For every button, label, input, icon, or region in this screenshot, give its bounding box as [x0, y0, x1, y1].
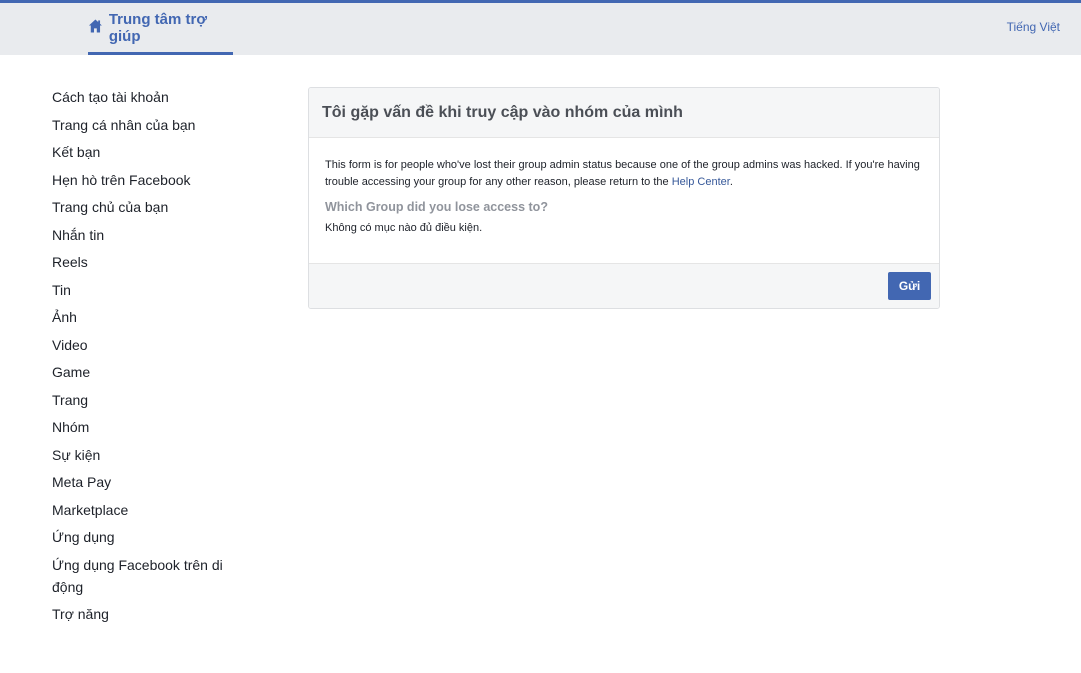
sidebar-nav: Cách tạo tài khoản Trang cá nhân của bạn…: [52, 86, 237, 631]
help-center-home-link[interactable]: Trung tâm trợ giúp: [88, 3, 233, 55]
sidebar-item[interactable]: Ứng dụng Facebook trên di động: [52, 554, 237, 598]
sidebar-item[interactable]: Tin: [52, 279, 237, 301]
description-text: This form is for people who've lost thei…: [325, 159, 920, 188]
form-title: Tôi gặp vấn đề khi truy cập vào nhóm của…: [322, 103, 683, 121]
sidebar-item[interactable]: Trang cá nhân của bạn: [52, 114, 237, 136]
sidebar-item[interactable]: Video: [52, 334, 237, 356]
sidebar-item[interactable]: Trang chủ của bạn: [52, 196, 237, 218]
form-header: Tôi gặp vấn đề khi truy cập vào nhóm của…: [309, 88, 939, 138]
sidebar-item[interactable]: Meta Pay: [52, 471, 237, 493]
sidebar-item[interactable]: Ứng dụng: [52, 526, 237, 548]
description-end: .: [729, 176, 733, 188]
sidebar-item[interactable]: Hẹn hò trên Facebook: [52, 169, 237, 191]
brand-label: Trung tâm trợ giúp: [108, 10, 207, 45]
top-bar: Trung tâm trợ giúp Tiếng Việt: [0, 0, 1081, 55]
sidebar-item[interactable]: Nhắn tin: [52, 224, 237, 246]
sidebar-item[interactable]: Trợ năng: [52, 603, 237, 625]
sidebar-item[interactable]: Sự kiện: [52, 444, 237, 466]
form-body: This form is for people who've lost thei…: [309, 138, 939, 264]
sidebar-item[interactable]: Ảnh: [52, 306, 237, 328]
sidebar-item[interactable]: Reels: [52, 251, 237, 273]
sidebar-item[interactable]: Game: [52, 361, 237, 383]
help-center-link[interactable]: Help Center: [672, 176, 730, 188]
house-icon: [88, 19, 102, 32]
sidebar-item[interactable]: Kết bạn: [52, 141, 237, 163]
submit-button[interactable]: Gửi: [888, 272, 931, 300]
no-eligible-items-text: Không có mục nào đủ điều kiện.: [325, 222, 483, 234]
language-selector[interactable]: Tiếng Việt: [1007, 20, 1060, 34]
sidebar-item[interactable]: Trang: [52, 389, 237, 411]
form-description: This form is for people who've lost thei…: [325, 157, 923, 191]
sidebar-item[interactable]: Nhóm: [52, 416, 237, 438]
form-footer: Gửi: [309, 263, 939, 308]
form-card: Tôi gặp vấn đề khi truy cập vào nhóm của…: [308, 87, 940, 309]
sidebar-item[interactable]: Cách tạo tài khoản: [52, 86, 237, 108]
group-question-label: Which Group did you lose access to?: [325, 200, 548, 214]
sidebar-item[interactable]: Marketplace: [52, 499, 237, 521]
